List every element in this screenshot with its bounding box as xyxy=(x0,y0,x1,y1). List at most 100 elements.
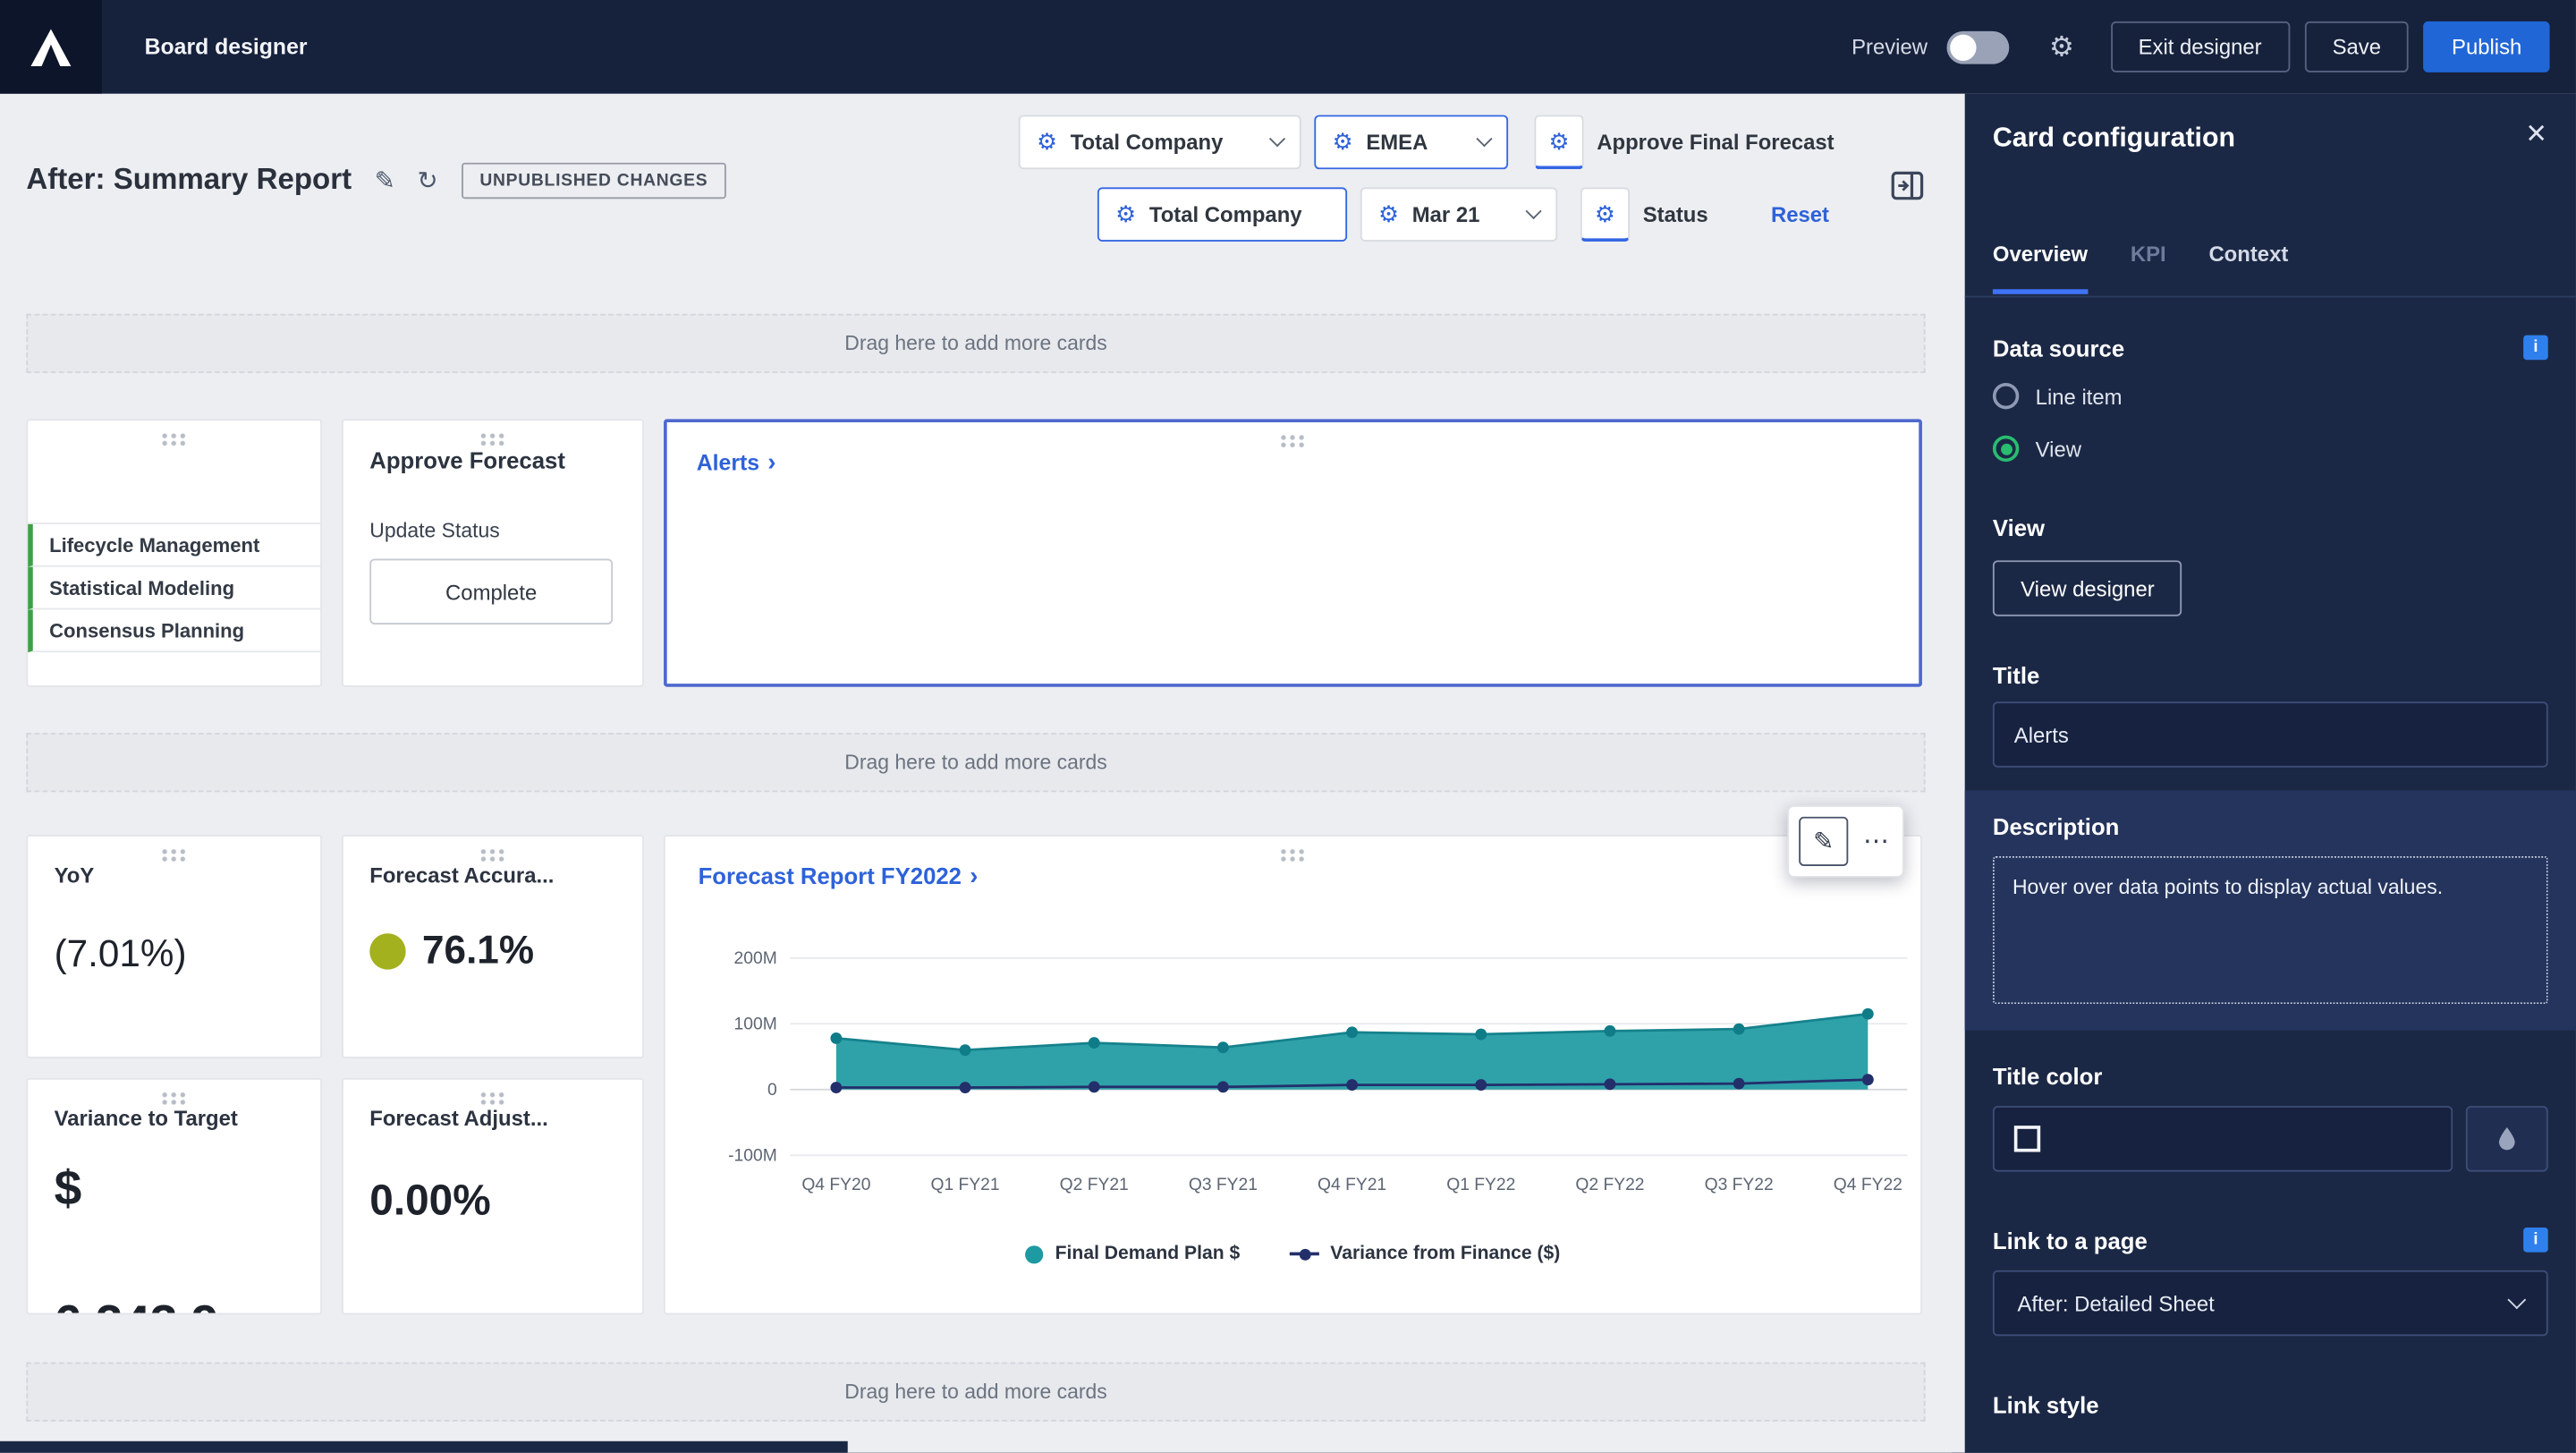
svg-text:100M: 100M xyxy=(734,1015,777,1034)
close-icon[interactable]: × xyxy=(2526,116,2546,151)
card-lifecycle-list[interactable]: Lifecycle Management Statistical Modelin… xyxy=(26,419,322,687)
legend-item-final-demand[interactable]: Final Demand Plan $ xyxy=(1025,1244,1240,1263)
card-approve-forecast[interactable]: Approve Forecast Update Status Complete xyxy=(342,419,644,687)
context-selector-mar21[interactable]: ⚙ Mar 21 xyxy=(1360,187,1558,242)
radio-line-item[interactable]: Line item xyxy=(1992,382,2123,410)
publish-button[interactable]: Publish xyxy=(2423,21,2550,72)
view-heading: View xyxy=(1992,514,2046,541)
context-selector-total-company[interactable]: ⚙ Total Company xyxy=(1018,115,1301,170)
svg-text:Q2 FY21: Q2 FY21 xyxy=(1060,1176,1129,1194)
svg-text:200M: 200M xyxy=(734,949,777,968)
context-selector-emea[interactable]: ⚙ EMEA xyxy=(1314,115,1509,170)
forecast-report-link-label: Forecast Report FY2022 xyxy=(698,862,962,889)
description-textarea[interactable]: Hover over data points to display actual… xyxy=(1992,855,2548,1005)
svg-text:Q4 FY22: Q4 FY22 xyxy=(1834,1176,1902,1194)
view-designer-button[interactable]: View designer xyxy=(1992,560,2182,616)
edit-title-pencil-icon[interactable]: ✎ xyxy=(375,166,395,195)
context-gear-icon: ⚙ xyxy=(1115,200,1137,227)
drag-handle[interactable] xyxy=(479,432,507,447)
list-item[interactable]: Statistical Modeling xyxy=(28,566,321,610)
context-selector-total-company-2[interactable]: ⚙ Total Company xyxy=(1097,187,1348,242)
drag-handle[interactable] xyxy=(160,1091,189,1107)
pencil-icon: ✎ xyxy=(1813,828,1835,856)
chevron-down-icon xyxy=(1476,131,1493,148)
title-color-input[interactable] xyxy=(1992,1106,2453,1172)
context-gear-icon: ⚙ xyxy=(1332,128,1353,155)
svg-text:-100M: -100M xyxy=(728,1147,777,1166)
description-section-highlighted: Description Hover over data points to di… xyxy=(1964,790,2576,1031)
anaplan-logo[interactable] xyxy=(0,0,102,94)
card-forecast-report[interactable]: Forecast Report FY2022 › 200M 100M 0 -100M Q4… xyxy=(664,835,1922,1315)
context-gear-icon: ⚙ xyxy=(1036,128,1058,155)
more-options-button[interactable]: ⋯ xyxy=(1860,825,1893,858)
chevron-down-icon xyxy=(1268,131,1286,148)
context-gear-icon: ⚙ xyxy=(1548,127,1570,154)
svg-text:Q2 FY22: Q2 FY22 xyxy=(1575,1176,1644,1194)
context-label: Mar 21 xyxy=(1411,201,1480,227)
tab-kpi[interactable]: KPI xyxy=(2131,242,2166,294)
adjustment-value: 0.00% xyxy=(369,1175,491,1225)
edit-card-button[interactable]: ✎ xyxy=(1799,816,1849,866)
link-arrow-icon: › xyxy=(970,862,979,891)
drag-handle[interactable] xyxy=(479,847,507,863)
save-button[interactable]: Save xyxy=(2304,21,2410,72)
link-to-page-heading: Link to a page xyxy=(1992,1228,2148,1254)
drag-handle[interactable] xyxy=(160,847,189,863)
drag-handle[interactable] xyxy=(1278,847,1308,863)
card-variance-to-target[interactable]: Variance to Target $ 6,243.9 xyxy=(26,1077,322,1315)
list-item[interactable]: Consensus Planning xyxy=(28,609,321,653)
context-gear-approve-forecast[interactable]: ⚙ xyxy=(1534,115,1584,170)
top-bar: Board designer Preview ⚙ Exit designer S… xyxy=(0,0,2576,94)
refresh-icon[interactable]: ↻ xyxy=(418,166,438,195)
card-forecast-accuracy[interactable]: Forecast Accura... 76.1% xyxy=(342,835,644,1058)
alerts-link[interactable]: Alerts › xyxy=(697,448,776,476)
tab-context[interactable]: Context xyxy=(2208,242,2288,294)
card-yoy[interactable]: YoY (7.01%) xyxy=(26,835,322,1058)
tab-overview[interactable]: Overview xyxy=(1992,242,2089,294)
card-forecast-adjustment[interactable]: Forecast Adjust... 0.00% xyxy=(342,1077,644,1315)
unpublished-changes-badge: UNPUBLISHED CHANGES xyxy=(462,162,726,200)
board-canvas: After: Summary Report ✎ ↻ UNPUBLISHED CH… xyxy=(0,93,1952,1453)
svg-text:Q1 FY22: Q1 FY22 xyxy=(1446,1176,1515,1194)
topbar-actions: Preview ⚙ Exit designer Save Publish xyxy=(1852,21,2576,72)
preview-toggle[interactable] xyxy=(1947,30,2010,64)
chevron-down-icon xyxy=(1525,202,1542,220)
drag-handle[interactable] xyxy=(1278,433,1308,449)
legend-item-variance[interactable]: Variance from Finance ($) xyxy=(1289,1244,1560,1263)
forecast-report-link[interactable]: Forecast Report FY2022 › xyxy=(699,862,979,890)
app-title: Board designer xyxy=(144,34,308,60)
radio-label: Line item xyxy=(2035,383,2123,409)
kpi-status-dot xyxy=(369,933,406,970)
list-item[interactable]: Lifecycle Management xyxy=(28,523,321,567)
radio-view[interactable]: View xyxy=(1992,435,2082,463)
context-gear-status[interactable]: ⚙ xyxy=(1580,187,1631,242)
settings-gear-icon[interactable]: ⚙ xyxy=(2049,30,2074,64)
link-style-heading: Link style xyxy=(1992,1391,2099,1419)
drag-handle[interactable] xyxy=(479,1091,507,1107)
card-edit-toolbar: ✎ ⋯ xyxy=(1787,804,1904,878)
info-icon[interactable]: i xyxy=(2523,335,2548,361)
forecast-chart[interactable]: 200M 100M 0 -100M Q4 FY20 Q1 FY21 Q2 FY21 Q3 FY… xyxy=(699,941,1914,1204)
drag-handle[interactable] xyxy=(160,432,189,447)
update-status-label: Update Status xyxy=(369,519,500,543)
collapse-panel-icon[interactable] xyxy=(1889,167,1925,203)
link-page-select[interactable]: After: Detailed Sheet xyxy=(1992,1270,2548,1337)
title-input[interactable] xyxy=(1992,701,2548,768)
dropzone-bottom[interactable]: Drag here to add more cards xyxy=(26,1362,1926,1422)
clear-color-button[interactable] xyxy=(2465,1106,2548,1172)
title-color-heading: Title color xyxy=(1992,1063,2103,1090)
radio-label: View xyxy=(2035,436,2082,462)
variance-value-clipped: 6,243.9 xyxy=(55,1296,219,1313)
accuracy-value-row: 76.1% xyxy=(369,929,534,974)
link-page-value: After: Detailed Sheet xyxy=(2017,1290,2215,1316)
dropzone-middle[interactable]: Drag here to add more cards xyxy=(26,733,1926,793)
card-title: Forecast Accura... xyxy=(369,862,555,888)
exit-designer-button[interactable]: Exit designer xyxy=(2110,21,2290,72)
info-icon[interactable]: i xyxy=(2523,1228,2548,1253)
card-alerts[interactable]: Alerts › xyxy=(664,419,1922,687)
list-items: Lifecycle Management Statistical Modelin… xyxy=(28,523,321,653)
title-heading: Title xyxy=(1992,662,2040,689)
dropzone-top[interactable]: Drag here to add more cards xyxy=(26,313,1926,373)
reset-context-link[interactable]: Reset xyxy=(1771,187,1829,242)
complete-button[interactable]: Complete xyxy=(369,558,614,625)
